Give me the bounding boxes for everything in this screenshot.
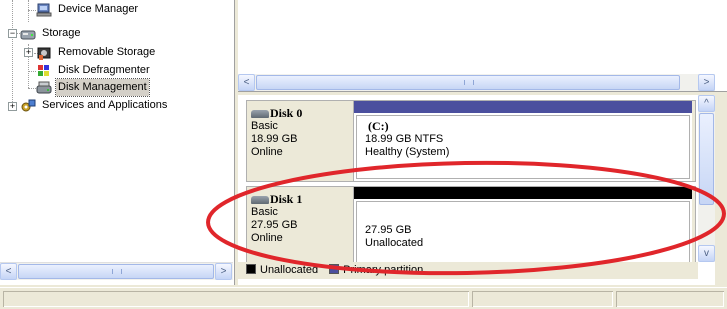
primary-partition-swatch xyxy=(329,264,340,274)
unallocated-space[interactable]: 27.95 GB Unallocated xyxy=(353,187,692,267)
arrow-down-icon: v xyxy=(704,248,709,259)
services-icon xyxy=(20,98,36,114)
arrow-left-icon: < xyxy=(243,77,250,88)
expand-toggle[interactable]: + xyxy=(24,48,33,57)
status-bar xyxy=(0,287,727,309)
disk-size: 18.99 GB xyxy=(251,133,298,145)
plus-icon: + xyxy=(25,47,32,57)
tree-item-label: Device Manager xyxy=(58,3,139,15)
plus-icon: + xyxy=(9,101,16,111)
tree-connector xyxy=(28,88,36,89)
disk-status: Online xyxy=(251,146,283,158)
scroll-right-button[interactable]: > xyxy=(698,74,715,91)
disk-type: Basic xyxy=(251,206,278,218)
partition-detail: 18.99 GB NTFS xyxy=(365,133,444,145)
disk-icon xyxy=(251,196,269,205)
partition-bar xyxy=(354,187,692,199)
disk-row[interactable]: Disk 1 Basic 27.95 GB Online 27.95 GB Un… xyxy=(246,186,696,268)
tree-connector xyxy=(28,0,29,22)
tree-connector xyxy=(12,0,13,106)
disk-graphical-view: Disk 0 Basic 18.99 GB Online (C:) 18.99 … xyxy=(238,95,715,285)
disk-management-icon xyxy=(36,80,52,96)
disk-info[interactable]: Disk 0 Basic 18.99 GB Online xyxy=(247,101,350,181)
legend-primary-label: Primary partition xyxy=(343,264,424,276)
scroll-down-button[interactable]: v xyxy=(698,245,715,262)
scroll-up-button[interactable]: ^ xyxy=(698,95,715,112)
collapse-toggle[interactable]: − xyxy=(8,29,17,38)
scroll-left-button[interactable]: < xyxy=(0,263,17,280)
disk-defragmenter-icon xyxy=(36,63,52,79)
partition-c[interactable]: (C:) 18.99 GB NTFS Healthy (System) xyxy=(353,101,692,181)
disk-size: 27.95 GB xyxy=(251,219,298,231)
console-tree: Device Manager − Storage + Removable Sto… xyxy=(0,0,235,285)
tree-connector xyxy=(28,10,36,11)
disk-info[interactable]: Disk 1 Basic 27.95 GB Online xyxy=(247,187,350,267)
arrow-up-icon: ^ xyxy=(704,98,709,109)
storage-icon xyxy=(20,26,36,42)
disk-status: Online xyxy=(251,232,283,244)
tree-item-label: Services and Applications xyxy=(42,99,168,111)
legend: Unallocated Primary partition xyxy=(238,262,698,279)
tree-item-label: Disk Defragmenter xyxy=(58,64,150,76)
scroll-right-button[interactable]: > xyxy=(215,263,232,280)
disk-row[interactable]: Disk 0 Basic 18.99 GB Online (C:) 18.99 … xyxy=(246,100,696,182)
tree-item-label: Removable Storage xyxy=(58,46,156,58)
volume-list-horizontal-scrollbar[interactable]: < > xyxy=(238,74,715,91)
tree-connector xyxy=(28,71,36,72)
status-cell xyxy=(472,291,613,307)
partition-detail: 27.95 GB xyxy=(365,224,412,236)
legend-unallocated-label: Unallocated xyxy=(260,264,319,276)
partition-state: Unallocated xyxy=(365,237,424,249)
tree-horizontal-scrollbar[interactable]: < > xyxy=(0,262,233,280)
arrow-left-icon: < xyxy=(5,266,12,277)
device-manager-icon xyxy=(36,2,52,18)
minus-icon: − xyxy=(9,28,16,38)
partition-label: (C:) xyxy=(368,119,389,133)
scroll-thumb[interactable] xyxy=(699,113,714,205)
status-cell xyxy=(616,291,724,307)
grip-icon xyxy=(112,269,122,274)
scroll-thumb[interactable] xyxy=(18,264,214,279)
grip-icon xyxy=(464,80,474,85)
disk-type: Basic xyxy=(251,120,278,132)
partition-box[interactable]: (C:) 18.99 GB NTFS Healthy (System) xyxy=(356,115,690,179)
expand-toggle[interactable]: + xyxy=(8,102,17,111)
unallocated-swatch xyxy=(246,264,256,274)
disk-name: Disk 0 xyxy=(270,106,303,120)
arrow-right-icon: > xyxy=(703,77,710,88)
disk-name: Disk 1 xyxy=(270,192,303,206)
disk-view-vertical-scrollbar[interactable]: ^ v xyxy=(698,95,715,262)
scroll-thumb[interactable] xyxy=(256,75,680,90)
removable-storage-icon xyxy=(36,45,52,61)
arrow-right-icon: > xyxy=(220,266,227,277)
tree-item-label: Storage xyxy=(42,27,81,39)
status-cell xyxy=(3,291,469,307)
scroll-left-button[interactable]: < xyxy=(238,74,255,91)
partition-state: Healthy (System) xyxy=(365,146,450,158)
partition-box[interactable]: 27.95 GB Unallocated xyxy=(356,201,690,265)
partition-bar xyxy=(354,101,692,113)
tree-item-label: Disk Management xyxy=(55,78,150,97)
disk-icon xyxy=(251,110,269,119)
